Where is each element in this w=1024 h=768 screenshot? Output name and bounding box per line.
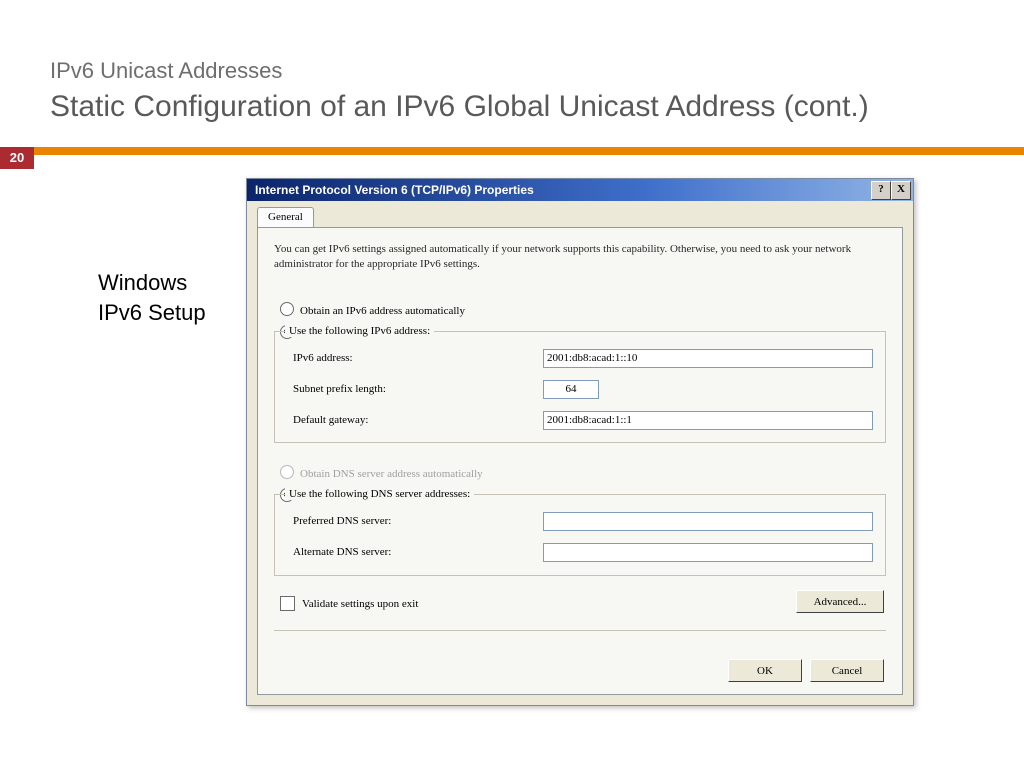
slide-title: Static Configuration of an IPv6 Global U… (50, 90, 869, 124)
description-text: You can get IPv6 settings assigned autom… (274, 242, 886, 272)
close-icon[interactable]: X (891, 181, 911, 200)
row-prefix-length: Subnet prefix length: (293, 379, 873, 399)
caption-line-2: IPv6 Setup (98, 300, 206, 326)
window-title: Internet Protocol Version 6 (TCP/IPv6) P… (251, 183, 534, 197)
accent-bar (34, 147, 1024, 155)
radio-obtain-auto[interactable]: Obtain an IPv6 address automatically (280, 302, 465, 317)
client-area: General You can get IPv6 settings assign… (251, 201, 909, 701)
prefix-length-label: Subnet prefix length: (293, 383, 543, 395)
ok-button[interactable]: OK (728, 659, 802, 682)
separator (274, 630, 886, 639)
slide-number-badge: 20 (0, 147, 34, 169)
row-ipv6-address: IPv6 address: (293, 348, 873, 368)
radio-icon (280, 465, 294, 479)
caption-line-1: Windows (98, 270, 187, 296)
radio-label: Obtain an IPv6 address automatically (300, 305, 465, 317)
gateway-input[interactable] (543, 411, 873, 430)
ipv6-address-input[interactable] (543, 349, 873, 368)
tab-panel: You can get IPv6 settings assigned autom… (257, 227, 903, 695)
radio-label: Obtain DNS server address automatically (300, 468, 483, 480)
alternate-dns-input[interactable] (543, 543, 873, 562)
prefix-length-input[interactable] (543, 380, 599, 399)
validate-label: Validate settings upon exit (302, 598, 418, 610)
ipv6-address-label: IPv6 address: (293, 352, 543, 364)
dns-group: Use the following DNS server addresses: … (274, 494, 886, 576)
slide: IPv6 Unicast Addresses Static Configurat… (0, 0, 1024, 768)
row-preferred-dns: Preferred DNS server: (293, 511, 873, 531)
checkbox-icon (280, 596, 295, 611)
preferred-dns-input[interactable] (543, 512, 873, 531)
help-icon[interactable]: ? (871, 181, 891, 200)
row-default-gateway: Default gateway: (293, 410, 873, 430)
slide-pretitle: IPv6 Unicast Addresses (50, 58, 282, 84)
titlebar[interactable]: Internet Protocol Version 6 (TCP/IPv6) P… (247, 179, 913, 201)
preferred-dns-label: Preferred DNS server: (293, 515, 543, 527)
row-alternate-dns: Alternate DNS server: (293, 542, 873, 562)
alternate-dns-label: Alternate DNS server: (293, 546, 543, 558)
footer-buttons: OK Cancel (728, 659, 884, 682)
group-legend: Use the following DNS server addresses: (285, 488, 474, 500)
cancel-button[interactable]: Cancel (810, 659, 884, 682)
group-legend: Use the following IPv6 address: (285, 325, 434, 337)
validate-checkbox[interactable]: Validate settings upon exit (280, 596, 418, 611)
radio-icon (280, 302, 294, 316)
advanced-button[interactable]: Advanced... (796, 590, 884, 613)
gateway-label: Default gateway: (293, 414, 543, 426)
properties-window: Internet Protocol Version 6 (TCP/IPv6) P… (246, 178, 914, 706)
address-group: Use the following IPv6 address: IPv6 add… (274, 331, 886, 443)
radio-obtain-dns-auto: Obtain DNS server address automatically (280, 465, 483, 480)
